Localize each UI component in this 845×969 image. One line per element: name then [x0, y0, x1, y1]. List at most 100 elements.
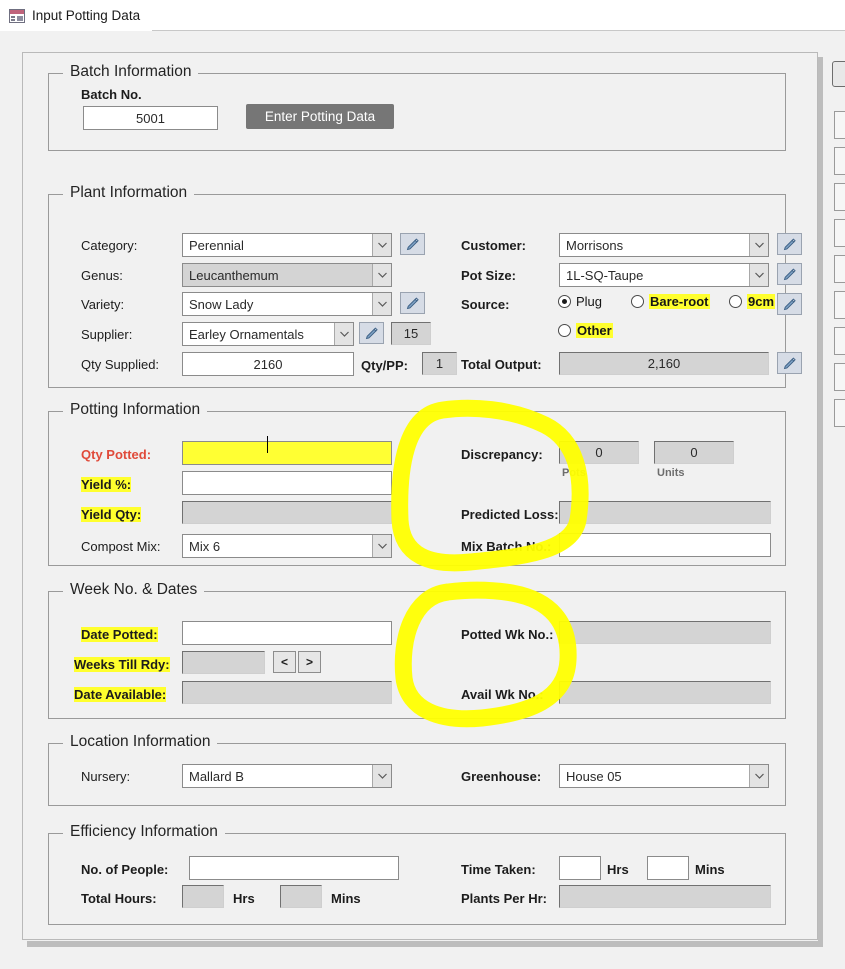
- total-output-label: Total Output:: [461, 357, 542, 372]
- edit-variety-button[interactable]: [400, 292, 425, 314]
- right-panel-row[interactable]: [834, 291, 845, 319]
- edit-customer-button[interactable]: [777, 233, 802, 255]
- chevron-down-icon[interactable]: [372, 765, 391, 787]
- radio-button-icon[interactable]: [558, 324, 571, 337]
- right-panel-row[interactable]: [834, 219, 845, 247]
- qty-potted-input[interactable]: [182, 441, 392, 465]
- weeks-till-rdy-label: Weeks Till Rdy:: [74, 657, 170, 672]
- customer-value: Morrisons: [566, 238, 623, 253]
- chevron-down-icon[interactable]: [372, 234, 391, 256]
- qty-supplied-input[interactable]: 2160: [182, 352, 354, 376]
- discrepancy-label: Discrepancy:: [461, 447, 543, 462]
- potted-wk-no-field: [559, 621, 771, 644]
- right-side-panel: [826, 31, 845, 969]
- potting-information-legend: Potting Information: [63, 401, 207, 419]
- form-shadow-bottom: [27, 941, 823, 947]
- weeks-till-rdy-field: [182, 651, 265, 674]
- text-cursor: [267, 436, 268, 453]
- group-efficiency-information: Efficiency Information No. of People: To…: [48, 833, 786, 925]
- edit-source-button[interactable]: [777, 293, 802, 315]
- chevron-down-icon[interactable]: [372, 293, 391, 315]
- mix-batch-no-label: Mix Batch No.:: [461, 539, 551, 554]
- edit-supplier-button[interactable]: [359, 322, 384, 344]
- mix-batch-no-input[interactable]: [559, 533, 771, 557]
- potted-wk-no-label: Potted Wk No.:: [461, 627, 553, 642]
- source-option-9cm[interactable]: 9cm: [729, 294, 775, 309]
- yield-pct-input[interactable]: [182, 471, 392, 495]
- edit-pot-size-button[interactable]: [777, 263, 802, 285]
- right-panel-row[interactable]: [834, 399, 845, 427]
- avail-wk-no-field: [559, 681, 771, 704]
- right-panel-row[interactable]: [834, 183, 845, 211]
- qty-supplied-label: Qty Supplied:: [81, 357, 159, 372]
- customer-label: Customer:: [461, 238, 526, 253]
- category-combobox[interactable]: Perennial: [182, 233, 392, 257]
- yield-qty-field: [182, 501, 392, 524]
- efficiency-information-legend: Efficiency Information: [63, 823, 225, 841]
- chevron-down-icon[interactable]: [749, 264, 768, 286]
- batch-no-input[interactable]: 5001: [83, 106, 218, 130]
- chevron-down-icon[interactable]: [372, 264, 391, 286]
- potting-data-form: Batch Information Batch No. 5001 Enter P…: [22, 52, 818, 940]
- application-window: Input Potting Data Batch Information Bat…: [0, 0, 845, 969]
- genus-label: Genus:: [81, 268, 123, 283]
- total-mins-field: [280, 885, 322, 908]
- time-taken-hrs-input[interactable]: [559, 856, 601, 880]
- radio-button-icon[interactable]: [631, 295, 644, 308]
- right-panel-row[interactable]: [834, 255, 845, 283]
- predicted-loss-field: [559, 501, 771, 524]
- no-of-people-input[interactable]: [189, 856, 399, 880]
- source-option-other[interactable]: Other: [558, 323, 613, 338]
- chevron-down-icon[interactable]: [334, 323, 353, 345]
- weeks-increment-button[interactable]: >: [298, 651, 321, 673]
- radio-button-icon[interactable]: [729, 295, 742, 308]
- source-option-plug[interactable]: Plug: [558, 294, 602, 309]
- plants-per-hr-label: Plants Per Hr:: [461, 891, 547, 906]
- right-panel-row[interactable]: [834, 327, 845, 355]
- compost-mix-combobox[interactable]: Mix 6: [182, 534, 392, 558]
- group-batch-information: Batch Information Batch No. 5001 Enter P…: [48, 73, 786, 151]
- plants-per-hr-field: [559, 885, 771, 908]
- pot-size-combobox[interactable]: 1L-SQ-Taupe: [559, 263, 769, 287]
- right-panel-card[interactable]: [832, 61, 845, 87]
- chevron-down-icon[interactable]: [749, 765, 768, 787]
- right-panel-row[interactable]: [834, 363, 845, 391]
- qty-pp-label: Qty/PP:: [361, 358, 408, 373]
- chevron-down-icon[interactable]: [372, 535, 391, 557]
- form-datasheet-icon: [9, 9, 25, 23]
- group-plant-information: Plant Information Category: Perennial Ge…: [48, 194, 786, 388]
- supplier-value: Earley Ornamentals: [189, 327, 304, 342]
- source-option-bare-root[interactable]: Bare-root: [631, 294, 710, 309]
- radio-button-icon[interactable]: [558, 295, 571, 308]
- variety-value: Snow Lady: [189, 297, 253, 312]
- compost-mix-value: Mix 6: [189, 539, 220, 554]
- genus-combobox[interactable]: Leucanthemum: [182, 263, 392, 287]
- date-potted-input[interactable]: [182, 621, 392, 645]
- edit-total-output-button[interactable]: [777, 352, 802, 374]
- source-option-bare-root-label: Bare-root: [649, 294, 710, 309]
- edit-category-button[interactable]: [400, 233, 425, 255]
- right-panel-row[interactable]: [834, 147, 845, 175]
- total-hours-label: Total Hours:: [81, 891, 157, 906]
- discrepancy-pots-field: 0: [559, 441, 639, 464]
- category-label: Category:: [81, 238, 137, 253]
- week-dates-legend: Week No. & Dates: [63, 581, 204, 599]
- form-shadow-right: [818, 57, 823, 941]
- batch-no-label: Batch No.: [81, 87, 142, 102]
- variety-label: Variety:: [81, 297, 124, 312]
- tab-input-potting-data[interactable]: Input Potting Data: [0, 0, 152, 31]
- chevron-down-icon[interactable]: [749, 234, 768, 256]
- time-taken-label: Time Taken:: [461, 862, 536, 877]
- nursery-combobox[interactable]: Mallard B: [182, 764, 392, 788]
- weeks-decrement-button[interactable]: <: [273, 651, 296, 673]
- pots-caption: Pots: [562, 467, 586, 479]
- right-panel-row[interactable]: [834, 111, 845, 139]
- no-of-people-label: No. of People:: [81, 862, 168, 877]
- time-taken-mins-input[interactable]: [647, 856, 689, 880]
- document-tab-bar: Input Potting Data: [0, 0, 845, 31]
- customer-combobox[interactable]: Morrisons: [559, 233, 769, 257]
- enter-potting-data-button[interactable]: Enter Potting Data: [246, 104, 394, 129]
- supplier-combobox[interactable]: Earley Ornamentals: [182, 322, 354, 346]
- variety-combobox[interactable]: Snow Lady: [182, 292, 392, 316]
- greenhouse-combobox[interactable]: House 05: [559, 764, 769, 788]
